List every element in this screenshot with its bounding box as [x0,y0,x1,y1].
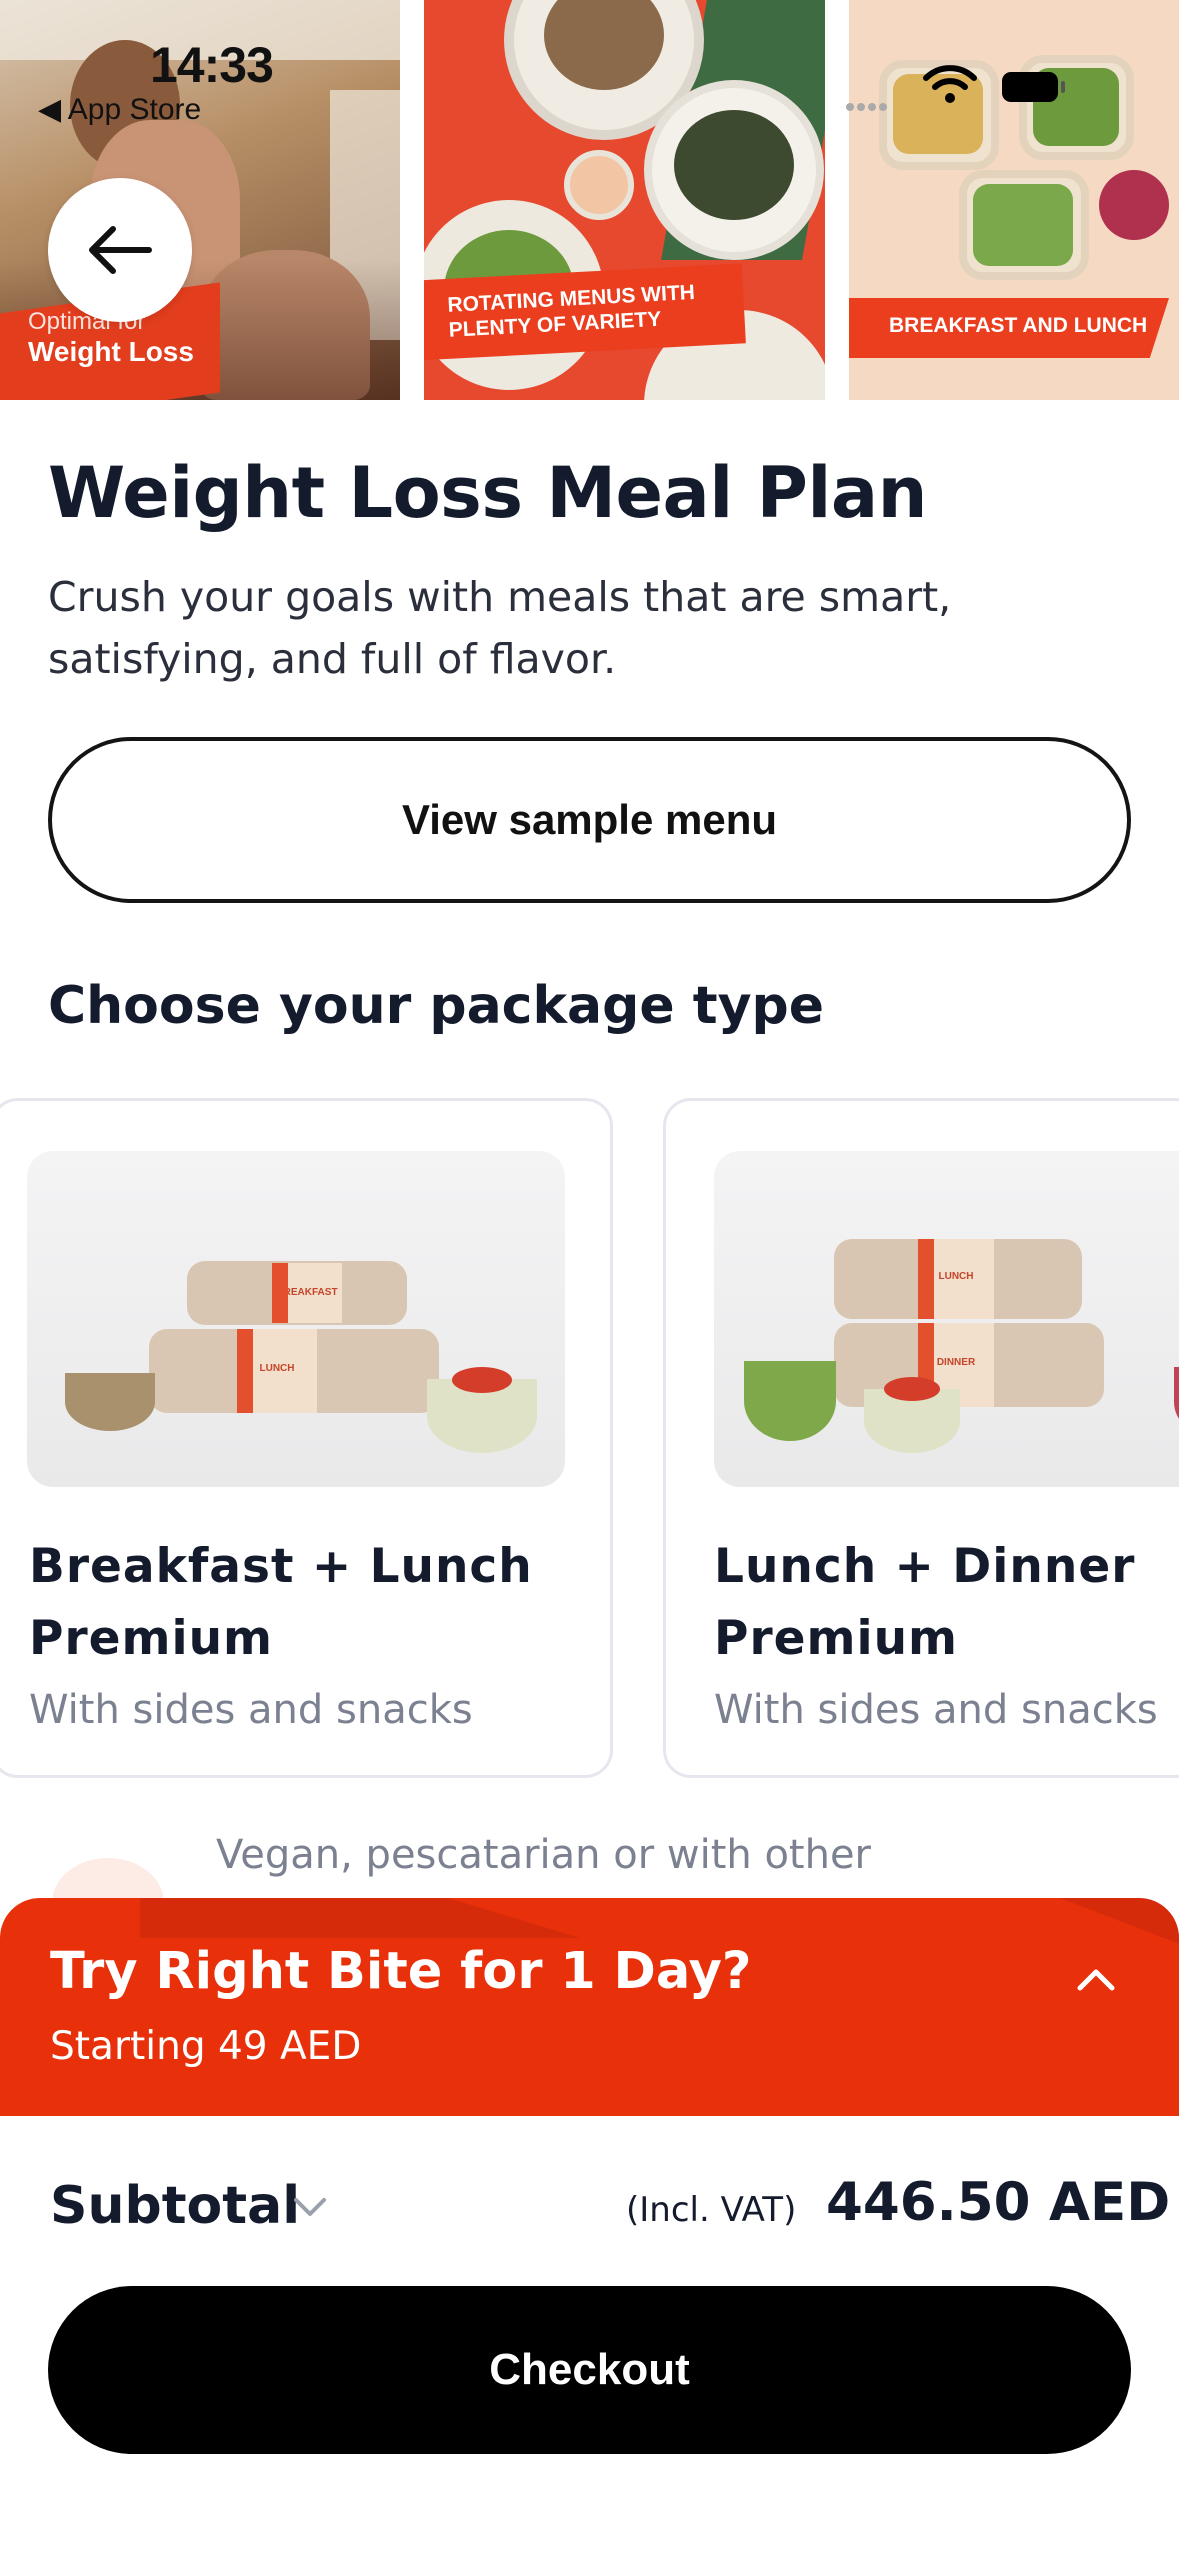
hero-slide-breakfast-lunch[interactable]: BREAKFAST AND LUNCH [849,0,1179,400]
package-card-breakfast-lunch[interactable]: BREAKFAST LUNCH Breakfast + Lunch Premiu… [0,1098,613,1778]
back-button[interactable] [48,178,192,322]
page-subtitle: Crush your goals with meals that are sma… [48,573,952,683]
salad-bowl [744,1361,836,1441]
package-image: BREAKFAST LUNCH [27,1151,565,1487]
package-title: Lunch + Dinner Premium [714,1539,1136,1666]
hero-carousel[interactable]: Optimal for Weight Loss ROTATING MENUS W… [0,0,1179,400]
promo-title: Try Right Bite for 1 Day? [50,1942,752,2001]
chevron-up-icon[interactable] [1074,1958,1118,2002]
snack-bowl [65,1373,155,1431]
package-title: Breakfast + Lunch Premium [29,1539,533,1666]
broccoli [674,110,794,220]
promo-decor [140,1898,580,1938]
package-subtitle: With sides and snacks [714,1687,1158,1733]
chevron-down-icon[interactable] [290,2192,330,2222]
promo-decor [1060,1898,1179,1948]
subtotal-price: 446.50 AED [826,2172,1171,2233]
view-sample-menu-button[interactable]: View sample menu [48,737,1131,903]
side-topping [884,1377,940,1401]
arrow-left-icon [89,226,152,274]
subtotal-row: Subtotal (Incl. VAT) 446.50 AED [0,2116,1179,2286]
vat-note: (Incl. VAT) [626,2190,797,2230]
package-subtitle: With sides and snacks [29,1687,473,1733]
checkout-button[interactable]: Checkout [48,2286,1131,2454]
tray-top-label: BREAKFAST [272,1263,342,1323]
side-topping [452,1367,512,1393]
status-time: 14:33 [150,37,274,93]
subtotal-label[interactable]: Subtotal [50,2176,300,2236]
tray-bottom-label: LUNCH [237,1329,317,1413]
fruit-bowl [1174,1367,1179,1437]
package-card-lunch-dinner[interactable]: LUNCH DINNER Lunch + Dinner Premium With… [663,1098,1179,1778]
promo-subtitle: Starting 49 AED [50,2024,362,2069]
page-title: Weight Loss Meal Plan [48,452,927,534]
battery-icon [1002,72,1065,102]
trial-promo-panel[interactable]: Try Right Bite for 1 Day? Starting 49 AE… [0,1898,1179,2116]
dietary-note: Vegan, pescatarian or with other [216,1832,871,1878]
meal-food-3 [973,184,1073,266]
fruit-cup [1099,170,1169,240]
status-back-label: App Store [67,93,202,126]
tray-top-label: LUNCH [918,1239,994,1319]
hero-slide-rotating-menus[interactable]: ROTATING MENUS WITH PLENTY OF VARIETY [424,0,825,400]
package-image: LUNCH DINNER [714,1151,1179,1487]
hero-banner-3: BREAKFAST AND LUNCH [849,298,1169,358]
page-indicator [846,96,898,111]
status-back-link[interactable]: ◀ App Store [38,92,201,127]
package-section-title: Choose your package type [48,976,824,1036]
wifi-icon [923,65,977,103]
hero-caption-big: Weight Loss [28,336,194,367]
sauce-cup [564,150,634,220]
